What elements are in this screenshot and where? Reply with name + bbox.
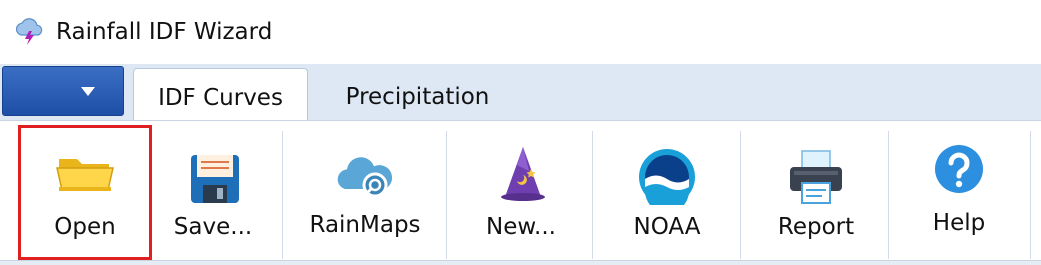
- application-menu-button[interactable]: [2, 66, 124, 116]
- ribbon-separator: [740, 131, 741, 259]
- save-button-label: Save...: [173, 214, 253, 240]
- tab-idf-curves[interactable]: IDF Curves: [133, 68, 308, 120]
- help-button[interactable]: Help: [904, 121, 1014, 261]
- ribbon-separator: [888, 131, 889, 259]
- ribbon-separator: [592, 131, 593, 259]
- save-button[interactable]: Save...: [163, 121, 263, 261]
- floppy-disk-icon: [191, 155, 239, 203]
- ribbon-separator: [446, 131, 447, 259]
- chevron-down-icon: [81, 87, 95, 96]
- rainmaps-button-label: RainMaps: [309, 212, 421, 238]
- tab-precipitation[interactable]: Precipitation: [320, 68, 515, 120]
- title-bar: Rainfall IDF Wizard: [0, 0, 1041, 64]
- report-button-label: Report: [777, 214, 855, 240]
- rainmaps-button[interactable]: RainMaps: [300, 121, 430, 261]
- help-button-label: Help: [932, 210, 986, 236]
- report-button[interactable]: Report: [760, 121, 872, 261]
- ribbon-toolbar: Open Save... RainMaps New... NOAA Report…: [0, 120, 1041, 265]
- printer-icon: [790, 150, 842, 204]
- help-icon: [935, 145, 983, 193]
- wizard-hat-icon: [501, 147, 545, 201]
- noaa-logo-icon: [639, 149, 695, 205]
- ribbon-bottom-edge: [0, 260, 1041, 265]
- ribbon-tab-bar: IDF Curves Precipitation: [0, 64, 1041, 120]
- window-title: Rainfall IDF Wizard: [56, 19, 273, 45]
- cloud-search-icon: [337, 157, 393, 198]
- noaa-button-label: NOAA: [633, 214, 701, 240]
- ribbon-separator: [282, 131, 283, 259]
- open-button-highlight: [18, 125, 152, 260]
- storm-cloud-icon: [15, 18, 43, 45]
- noaa-button[interactable]: NOAA: [612, 121, 722, 261]
- new-button-label: New...: [486, 214, 556, 240]
- ribbon-separator: [1030, 131, 1031, 259]
- new-button[interactable]: New...: [466, 121, 576, 261]
